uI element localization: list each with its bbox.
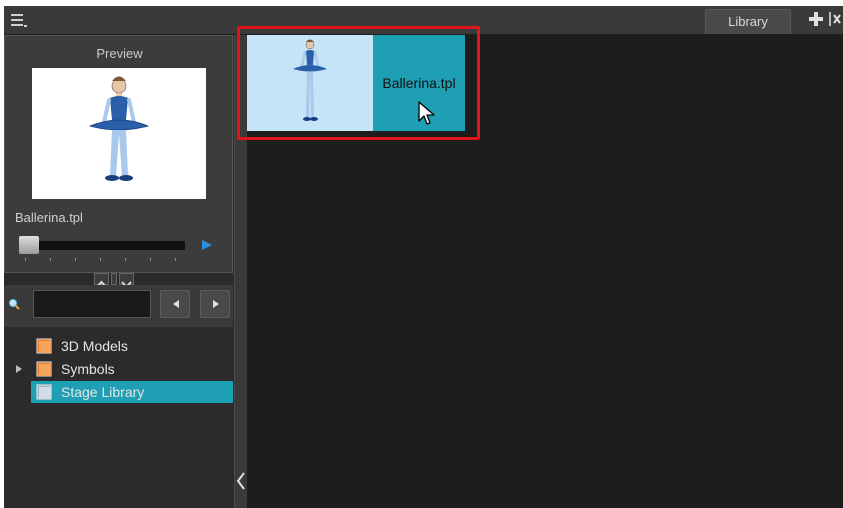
preview-template-name: Ballerina.tpl (15, 210, 83, 225)
search-icon (9, 299, 20, 310)
arrow-left-icon (173, 300, 179, 308)
tab-library[interactable]: Library (705, 9, 791, 34)
timeline-ticks (19, 258, 189, 262)
library-content-area: Ballerina.tpl (237, 26, 843, 508)
tree-item-symbols[interactable]: Symbols (4, 358, 233, 380)
stage-library-icon (36, 384, 52, 400)
playback-scrubber-track[interactable] (19, 241, 185, 250)
collapse-strip (4, 273, 233, 289)
tree-item-stage-library[interactable]: Stage Library (31, 381, 233, 403)
close-icon[interactable] (829, 12, 841, 26)
tree-item-label: Stage Library (61, 384, 145, 400)
previous-button[interactable] (160, 290, 190, 318)
template-tile-label: Ballerina.tpl (382, 75, 456, 91)
preview-title: Preview (96, 46, 143, 61)
preview-image (32, 68, 206, 199)
search-input[interactable] (33, 290, 151, 318)
hamburger-menu-icon[interactable] (10, 11, 28, 29)
template-thumbnail (247, 35, 373, 131)
expand-arrow-icon[interactable] (16, 365, 22, 373)
collapse-down-button[interactable] (119, 273, 134, 289)
template-tile-ballerina[interactable]: Ballerina.tpl (247, 35, 465, 131)
collapse-left-icon[interactable] (236, 471, 246, 491)
library-window: Library Preview Ballerina.tpl 3D Models … (4, 6, 843, 508)
ballerina-preview-icon (88, 76, 150, 181)
tree-item-3d-models[interactable]: 3D Models (4, 335, 233, 357)
tree-item-label: 3D Models (61, 338, 128, 354)
splitter-grip[interactable] (111, 273, 117, 285)
mouse-cursor-icon (418, 101, 435, 125)
play-icon[interactable] (201, 239, 213, 251)
search-bar (4, 285, 233, 327)
tree-item-label: Symbols (61, 361, 115, 377)
ballerina-thumbnail-icon (293, 39, 327, 121)
library-sidebar: Preview Ballerina.tpl 3D Models Symbols … (4, 35, 234, 508)
plus-icon[interactable] (809, 12, 823, 26)
next-button[interactable] (200, 290, 230, 318)
preview-panel: Preview Ballerina.tpl (4, 35, 233, 273)
collapse-up-button[interactable] (94, 273, 109, 288)
library-folder-icon (36, 361, 52, 377)
arrow-right-icon (213, 300, 219, 308)
playback-scrubber-handle[interactable] (19, 236, 39, 254)
library-folder-icon (36, 338, 52, 354)
library-tree: 3D Models Symbols Stage Library (4, 327, 233, 508)
